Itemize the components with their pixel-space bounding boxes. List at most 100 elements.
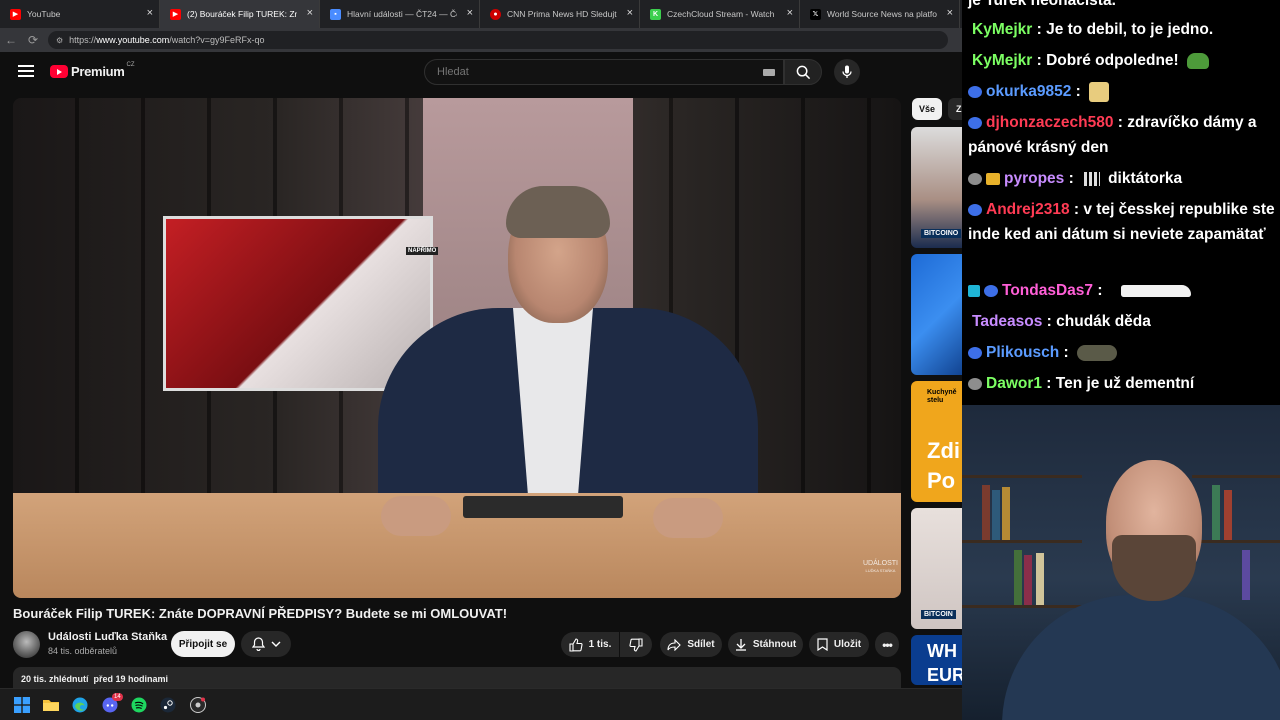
edge-browser-icon[interactable] xyxy=(72,697,88,713)
site-info-icon[interactable]: ⚙ xyxy=(56,36,63,45)
close-icon[interactable]: × xyxy=(307,7,313,19)
related-video-thumbnail[interactable]: Kuchyně stelu Zdi Po xyxy=(911,381,962,502)
file-explorer-icon[interactable] xyxy=(43,697,59,713)
chevron-down-icon xyxy=(271,641,280,647)
logo-text: Premium xyxy=(71,64,125,79)
spotify-icon[interactable] xyxy=(131,697,147,713)
bookshelf xyxy=(962,540,1082,543)
frog-emote-icon xyxy=(1077,344,1117,361)
chat-message-partial: je Turek neonacista. xyxy=(968,0,1116,9)
streamer-beard xyxy=(1112,535,1196,601)
keyboard-icon[interactable] xyxy=(763,69,775,76)
steam-icon[interactable] xyxy=(160,697,176,713)
more-actions-button[interactable]: ••• xyxy=(875,632,899,657)
url-field[interactable]: ⚙ https://www.youtube.com/watch?v=gy9FeR… xyxy=(48,31,948,49)
book xyxy=(1014,550,1022,605)
chat-message: Tadeasos : chudák děda xyxy=(972,313,1151,330)
bookshelf xyxy=(1192,475,1280,478)
reload-icon[interactable]: ⟳ xyxy=(22,33,44,47)
chip-next[interactable]: Z xyxy=(948,98,962,120)
browser-window: ▶ YouTube × ▶ (2) Bouráček Filip TUREK: … xyxy=(0,0,962,688)
hamburger-menu-icon[interactable] xyxy=(18,65,34,77)
related-video-thumbnail[interactable] xyxy=(911,254,962,375)
chat-username: KyMejkr xyxy=(972,52,1033,69)
book xyxy=(1024,555,1032,605)
book xyxy=(992,490,1000,540)
logo-region: CZ xyxy=(126,61,135,68)
bits-badge-icon xyxy=(968,203,982,216)
book xyxy=(982,485,990,540)
thumbnail-label: BITCOINO xyxy=(921,229,962,238)
thumbs-up-icon xyxy=(569,637,583,652)
bell-icon xyxy=(251,637,265,651)
youtube-icon: ▶ xyxy=(10,8,21,20)
video-hand-right xyxy=(653,498,723,538)
close-icon[interactable]: × xyxy=(787,7,793,19)
bookshelf xyxy=(962,475,1082,478)
tab-czechcloud[interactable]: K CzechCloud Stream - Watch Live o × xyxy=(640,0,800,28)
gem-badge-icon xyxy=(968,284,980,297)
join-button[interactable]: Připojit se xyxy=(171,631,235,657)
windows-start-icon[interactable] xyxy=(14,697,30,713)
voice-search-button[interactable] xyxy=(834,59,860,85)
stream-chat: je Turek neonacista. KyMejkr : Je to deb… xyxy=(962,0,1280,405)
dislike-button[interactable] xyxy=(620,632,652,657)
channel-name[interactable]: Události Luďka Staňka xyxy=(48,631,167,643)
like-button[interactable]: 1 tis. xyxy=(561,632,619,657)
czechcloud-icon: K xyxy=(650,8,661,20)
tab-youtube[interactable]: ▶ YouTube × xyxy=(0,0,160,28)
pepe-emote-icon xyxy=(1187,52,1210,69)
tab-current-video[interactable]: ▶ (2) Bouráček Filip TUREK: Znáte D × xyxy=(160,0,320,28)
description-box[interactable]: 20 tis. zhlédnutí před 19 hodinami xyxy=(13,667,901,688)
video-title: Bouráček Filip TUREK: Znáte DOPRAVNÍ PŘE… xyxy=(13,606,508,621)
video-player[interactable]: NAPŘÍMO UDÁLOSTI LUĎKA STAŇKA xyxy=(13,98,901,598)
thumbnail-headline: Zdi Po xyxy=(927,438,960,493)
youtube-header: Premium CZ xyxy=(0,52,962,92)
tab-cnn-prima[interactable]: ● CNN Prima News HD Sledujte na : × xyxy=(480,0,640,28)
taskbar: 14 xyxy=(0,688,962,720)
related-video-thumbnail[interactable]: WH EUR xyxy=(911,635,962,685)
url-path: /watch?v=gy9FeRFx-qo xyxy=(169,35,265,45)
close-icon[interactable]: × xyxy=(147,7,153,19)
view-count: 20 tis. zhlédnutí xyxy=(21,674,89,684)
microphone-icon xyxy=(842,65,852,78)
close-icon[interactable]: × xyxy=(467,7,473,19)
youtube-play-icon xyxy=(50,65,68,78)
tab-strip: ▶ YouTube × ▶ (2) Bouráček Filip TUREK: … xyxy=(0,0,962,28)
book xyxy=(1242,550,1250,600)
obs-icon[interactable] xyxy=(190,697,206,713)
related-video-thumbnail[interactable]: BITCOIN xyxy=(911,508,962,629)
youtube-logo[interactable]: Premium CZ xyxy=(50,61,135,79)
back-icon[interactable]: ← xyxy=(0,33,22,47)
tab-label: CzechCloud Stream - Watch Live o xyxy=(667,9,777,19)
watermark-line2: LUĎKA STAŇKA xyxy=(865,568,896,573)
chat-message: pyropes : diktátorka xyxy=(968,166,1276,191)
close-icon[interactable]: × xyxy=(947,7,953,19)
related-video-thumbnail[interactable]: BITCOINO xyxy=(911,127,962,248)
thumbnail-brand: Kuchyně stelu xyxy=(927,389,957,404)
search-button[interactable] xyxy=(784,59,822,85)
chip-all[interactable]: Vše xyxy=(912,98,942,120)
search-input[interactable] xyxy=(425,60,745,84)
save-button[interactable]: Uložit xyxy=(809,632,869,657)
close-icon[interactable]: × xyxy=(627,7,633,19)
chat-message: KyMejkr : Dobré odpoledne! xyxy=(968,48,1276,73)
thumbs-down-icon xyxy=(629,637,643,652)
tab-world-source[interactable]: 𝕏 World Source News na platformě × xyxy=(800,0,960,28)
bookshelf xyxy=(1192,540,1280,543)
share-icon xyxy=(667,638,682,651)
download-button[interactable]: Stáhnout xyxy=(728,632,803,657)
notification-settings-button[interactable] xyxy=(241,631,291,657)
video-hand-left xyxy=(381,496,451,536)
chat-message: Plikousch : xyxy=(968,340,1276,365)
tab-ct24[interactable]: ▪ Hlavní události — ČT24 — Česká t × xyxy=(320,0,480,28)
video-tablet xyxy=(463,496,623,518)
save-label: Uložit xyxy=(833,639,862,650)
video-studio-screen: NAPŘÍMO xyxy=(163,216,439,391)
cnn-icon: ● xyxy=(490,8,501,20)
crown-badge-icon xyxy=(986,172,1000,185)
channel-avatar[interactable] xyxy=(13,631,40,658)
share-button[interactable]: Sdílet xyxy=(660,632,722,657)
chat-username: Andrej2318 xyxy=(986,201,1070,218)
discord-badge: 14 xyxy=(112,693,123,701)
